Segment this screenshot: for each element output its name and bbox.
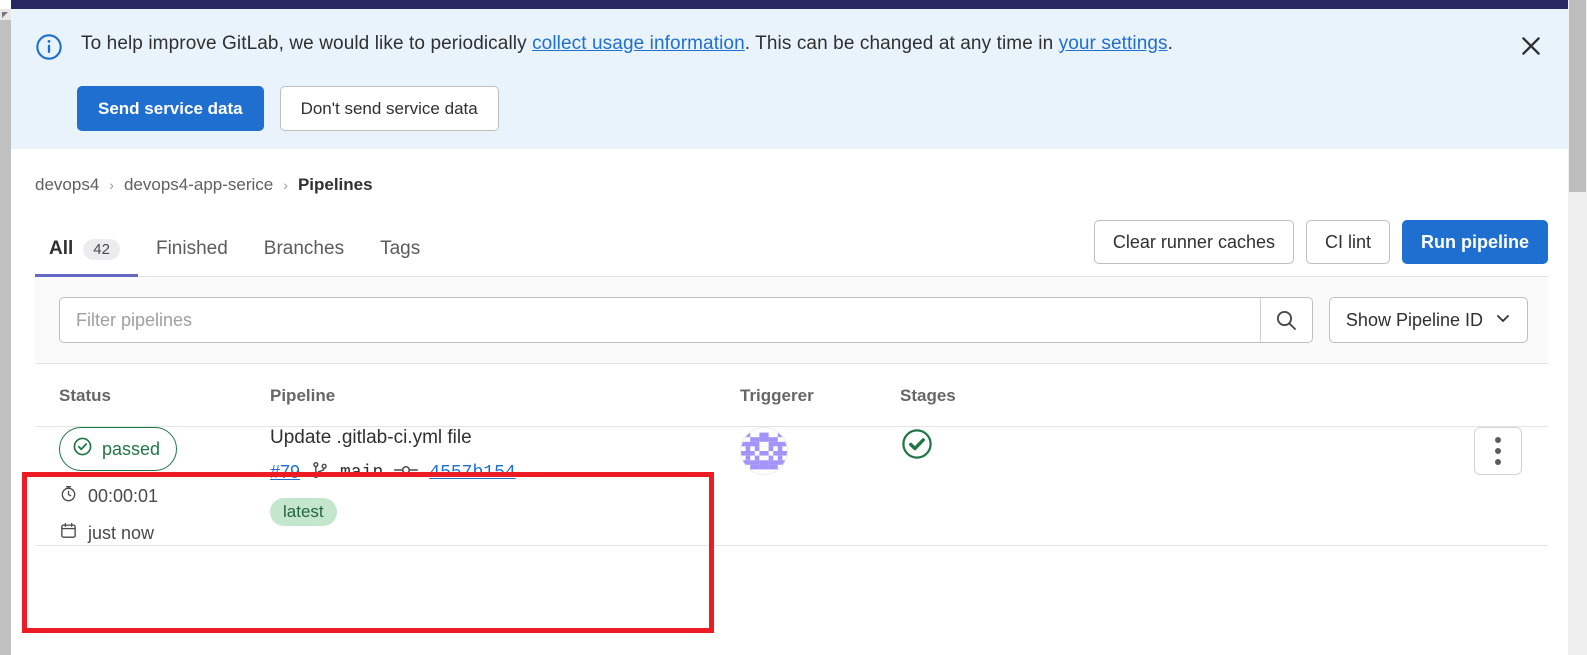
breadcrumb: devops4 › devops4-app-serice › Pipelines: [11, 149, 1568, 217]
cell-pipeline: Update .gitlab-ci.yml file #79 main 4557…: [270, 426, 740, 546]
cell-status: passed 00:00:01 just now: [35, 426, 270, 546]
commit-icon: [393, 460, 419, 485]
pipelines-table-body: passed 00:00:01 just now Update .gitlab-…: [35, 426, 1548, 546]
pipeline-finished-time-value: just now: [88, 522, 155, 543]
filter-pipelines-field[interactable]: [59, 297, 1313, 343]
pipeline-commit-sha[interactable]: 4557b154: [429, 463, 515, 483]
pipeline-id-link[interactable]: #79: [270, 462, 300, 483]
browser-top-bar: [11, 0, 1568, 9]
tab-tags-label: Tags: [380, 238, 421, 259]
column-header-stages: Stages: [900, 364, 1080, 427]
tab-all-label: All: [49, 238, 74, 259]
tab-branches-label: Branches: [263, 238, 345, 259]
cell-triggerer: [740, 426, 900, 546]
status-badge-label: passed: [102, 438, 161, 459]
identicon-avatar[interactable]: [740, 427, 788, 475]
search-input[interactable]: [60, 298, 1260, 342]
show-pipeline-id-dropdown[interactable]: Show Pipeline ID: [1328, 297, 1528, 343]
branch-icon: [310, 460, 330, 485]
run-pipeline-button[interactable]: Run pipeline: [1402, 220, 1548, 264]
chevron-down-icon: [1495, 310, 1511, 331]
pipelines-table: Status Pipeline Triggerer Stages passed …: [35, 364, 1548, 546]
pipelines-table-head: Status Pipeline Triggerer Stages: [35, 364, 1548, 427]
status-badge[interactable]: passed: [59, 427, 178, 471]
breadcrumb-item-pipelines: Pipelines: [297, 175, 373, 194]
breadcrumb-item-group[interactable]: devops4: [35, 175, 99, 195]
pipelines-panel: All 42 Finished Branches Tags Clear runn…: [11, 217, 1568, 546]
close-icon[interactable]: [1516, 31, 1546, 61]
show-pipeline-id-label: Show Pipeline ID: [1345, 309, 1483, 330]
left-scrollbar[interactable]: [0, 9, 11, 655]
table-row[interactable]: passed 00:00:01 just now Update .gitlab-…: [35, 426, 1548, 546]
kebab-dot: [1495, 448, 1501, 454]
clear-runner-caches-button[interactable]: Clear runner caches: [1093, 220, 1294, 264]
calendar-icon: [59, 521, 78, 545]
cell-stages: [900, 426, 1080, 546]
right-scrollbar-thumb[interactable]: [1569, 0, 1586, 192]
scroll-up-arrow-icon[interactable]: [0, 9, 11, 20]
tab-branches[interactable]: Branches: [246, 216, 362, 276]
app-window: To help improve GitLab, we would like to…: [0, 0, 1587, 655]
search-icon[interactable]: [1259, 298, 1312, 342]
tab-all-count: 42: [83, 239, 120, 260]
kebab-dot: [1495, 437, 1501, 443]
tab-tags[interactable]: Tags: [362, 216, 438, 276]
page-content: To help improve GitLab, we would like to…: [11, 9, 1568, 655]
column-header-triggerer: Triggerer: [740, 364, 900, 427]
pipeline-references: #79 main 4557b154: [270, 460, 740, 485]
banner-message: To help improve GitLab, we would like to…: [81, 31, 1173, 57]
breadcrumb-separator-icon: ›: [283, 177, 288, 193]
cell-actions: [1080, 426, 1548, 546]
ci-lint-button[interactable]: CI lint: [1305, 220, 1390, 264]
table-header-row: Status Pipeline Triggerer Stages: [35, 364, 1548, 427]
kebab-dot: [1495, 459, 1501, 465]
send-service-data-button[interactable]: Send service data: [77, 86, 264, 131]
dont-send-service-data-button[interactable]: Don't send service data: [279, 86, 499, 131]
pipeline-duration: 00:00:01: [59, 484, 270, 508]
latest-badge: latest: [270, 498, 337, 526]
breadcrumb-item-project[interactable]: devops4-app-serice: [124, 175, 273, 195]
banner-text-part3: .: [1167, 33, 1174, 54]
your-settings-link[interactable]: your settings: [1059, 33, 1168, 54]
right-scrollbar-track[interactable]: [1568, 0, 1587, 655]
column-header-pipeline: Pipeline: [270, 364, 740, 427]
pipelines-actions: Clear runner caches CI lint Run pipeline: [1093, 220, 1548, 276]
timer-icon: [59, 484, 78, 508]
pipeline-duration-value: 00:00:01: [88, 485, 159, 506]
column-header-status: Status: [35, 364, 270, 427]
tab-all[interactable]: All 42: [35, 216, 138, 277]
breadcrumb-separator-icon: ›: [109, 177, 114, 193]
banner-text-part1: To help improve GitLab, we would like to…: [81, 33, 533, 54]
pipelines-filter-bar: Show Pipeline ID: [35, 277, 1548, 364]
usage-data-banner: To help improve GitLab, we would like to…: [11, 9, 1568, 149]
pipelines-tablist: All 42 Finished Branches Tags: [35, 216, 438, 277]
kebab-menu-icon[interactable]: [1474, 427, 1522, 475]
pipelines-tabs-row: All 42 Finished Branches Tags Clear runn…: [35, 217, 1548, 277]
pipeline-finished-time: just now: [59, 521, 270, 545]
collect-usage-information-link[interactable]: collect usage information: [532, 33, 745, 54]
tab-finished[interactable]: Finished: [138, 216, 246, 276]
pipeline-commit-title[interactable]: Update .gitlab-ci.yml file: [270, 427, 740, 449]
pipeline-branch-name[interactable]: main: [340, 463, 383, 483]
status-passed-icon: [72, 436, 93, 462]
stage-status-passed-icon[interactable]: [900, 427, 1080, 466]
column-header-actions: [1080, 364, 1548, 427]
info-circle-icon: [35, 33, 63, 66]
tab-finished-label: Finished: [155, 238, 228, 259]
banner-text-part2: . This can be changed at any time in: [744, 33, 1059, 54]
